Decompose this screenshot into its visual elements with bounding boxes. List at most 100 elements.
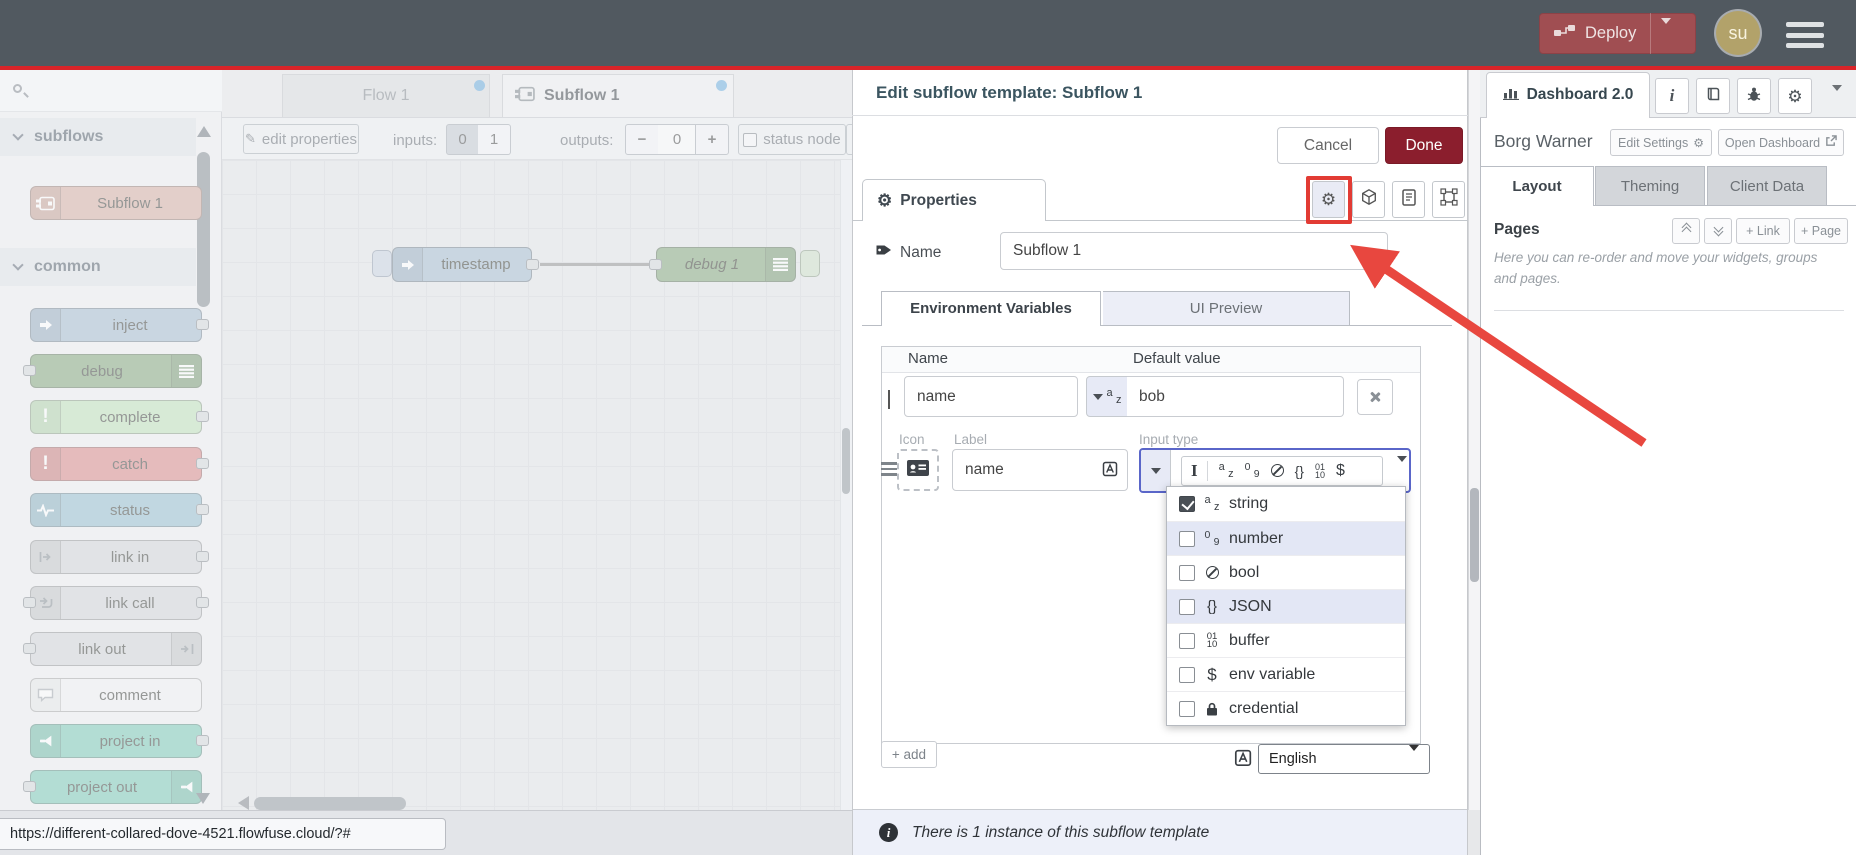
collapse-all-button[interactable] <box>1672 218 1700 244</box>
string-type-icon: az <box>1106 386 1122 406</box>
tab-label: Layout <box>1512 178 1562 195</box>
double-chevron-down-icon <box>1713 222 1723 237</box>
deploy-label: Deploy <box>1585 24 1637 42</box>
tab-client-data[interactable]: Client Data <box>1707 166 1827 206</box>
env-default-value-input[interactable] <box>1127 376 1344 417</box>
sidebar-expand-caret-icon[interactable] <box>1832 85 1842 109</box>
user-avatar[interactable]: su <box>1716 11 1760 55</box>
instance-count-note: There is 1 instance of this subflow temp… <box>912 823 1210 841</box>
remove-env-row-button[interactable] <box>1357 379 1393 415</box>
gear-icon: ⚙ <box>1320 190 1337 209</box>
book-icon <box>1705 86 1721 107</box>
add-link-button[interactable]: + Link <box>1736 218 1790 244</box>
node-red-editor: Different-Collared-Dove-4521 Deploy su s… <box>0 0 1856 855</box>
module-properties-button[interactable] <box>1352 181 1385 218</box>
caret-down-icon[interactable] <box>1397 455 1407 480</box>
checkbox-icon[interactable] <box>1179 700 1195 717</box>
checkbox-icon[interactable] <box>1179 598 1195 615</box>
button-label: Done <box>1405 136 1443 154</box>
env-icon-picker-button[interactable] <box>897 449 939 491</box>
add-env-row-button[interactable]: + add <box>881 741 937 768</box>
tab-label: Dashboard 2.0 <box>1526 86 1634 103</box>
selected-language: English <box>1269 751 1317 767</box>
group-select-icon <box>1439 188 1458 211</box>
type-option-env-variable[interactable]: $ env variable <box>1167 657 1405 691</box>
env-name-input[interactable] <box>904 376 1078 417</box>
deploy-icon <box>1554 24 1576 43</box>
gear-icon: ⚙ <box>1693 135 1704 150</box>
translate-icon <box>1233 749 1252 773</box>
json-type-icon: {} <box>1294 462 1304 479</box>
collapse-row-icon[interactable] <box>888 390 890 409</box>
help-sidebar-button[interactable] <box>1696 78 1730 114</box>
tab-dashboard-2[interactable]: Dashboard 2.0 <box>1486 72 1650 118</box>
button-label: Open Dashboard <box>1724 135 1821 150</box>
dialog-scrollbar[interactable] <box>1470 488 1479 582</box>
button-label: Cancel <box>1303 136 1353 154</box>
tab-label: Client Data <box>1729 177 1805 195</box>
checkbox-icon[interactable] <box>1179 666 1195 683</box>
type-option-credential[interactable]: credential <box>1167 691 1405 725</box>
main-menu-icon[interactable] <box>1786 22 1824 48</box>
dialog-scrollbar-track[interactable] <box>1468 70 1480 810</box>
type-option-buffer[interactable]: 01 10 buffer <box>1167 623 1405 657</box>
type-dropdown-button[interactable] <box>1141 450 1171 491</box>
debug-sidebar-button[interactable] <box>1737 78 1771 114</box>
dashboard-instance-name: Borg Warner <box>1494 131 1593 151</box>
tab-layout[interactable]: Layout <box>1480 166 1594 206</box>
type-option-json[interactable]: {} JSON <box>1167 589 1405 623</box>
checkbox-icon[interactable] <box>1179 530 1195 547</box>
open-dashboard-button[interactable]: Open Dashboard <box>1718 129 1844 156</box>
tab-environment-variables[interactable]: Environment Variables <box>881 291 1101 326</box>
tab-theming[interactable]: Theming <box>1595 166 1705 206</box>
option-label: credential <box>1229 699 1299 717</box>
translate-icon[interactable] <box>1101 461 1118 483</box>
appearance-button[interactable] <box>1432 181 1465 218</box>
type-option-string[interactable]: az string <box>1167 487 1405 521</box>
cancel-button[interactable]: Cancel <box>1277 127 1379 164</box>
add-page-button[interactable]: + Page <box>1794 218 1848 244</box>
bool-type-icon <box>1205 566 1219 579</box>
edit-settings-button[interactable]: Edit Settings ⚙ <box>1610 129 1712 156</box>
caret-down-icon <box>1092 393 1103 400</box>
drag-handle-icon[interactable] <box>881 462 897 479</box>
dialog-title-divider <box>852 115 1468 116</box>
deploy-caret-icon[interactable] <box>1661 18 1672 43</box>
number-type-icon: 09 <box>1244 460 1260 480</box>
pages-section-title: Pages <box>1494 221 1540 238</box>
link-preview-tooltip: https://different-collared-dove-4521.flo… <box>0 818 446 850</box>
column-default-header: Default value <box>1133 350 1221 367</box>
button-label: Edit Settings <box>1618 135 1689 150</box>
description-button[interactable] <box>1392 181 1425 218</box>
tab-label: Properties <box>900 191 977 209</box>
cube-icon <box>1360 188 1378 211</box>
input-type-column-label: Input type <box>1139 432 1199 447</box>
type-option-bool[interactable]: bool <box>1167 555 1405 589</box>
string-type-icon: az <box>1218 460 1234 480</box>
label-text: Name <box>900 243 942 261</box>
info-icon: i <box>879 823 898 842</box>
tab-ui-preview[interactable]: UI Preview <box>1103 291 1350 326</box>
checkbox-icon[interactable] <box>1179 632 1195 649</box>
dialog-title: Edit subflow template: Subflow 1 <box>876 83 1143 102</box>
done-button[interactable]: Done <box>1385 127 1463 164</box>
pages-help-text: Here you can re-order and move your widg… <box>1494 250 1818 286</box>
info-sidebar-button[interactable]: i <box>1655 78 1689 114</box>
tag-icon <box>876 242 892 263</box>
brand-accent-line <box>0 66 1856 70</box>
caret-down-icon <box>1150 467 1161 474</box>
checkbox-icon[interactable] <box>1179 496 1195 512</box>
settings-sidebar-button[interactable]: ⚙ <box>1778 78 1812 114</box>
default-value-type-button[interactable]: az <box>1086 376 1128 417</box>
close-icon <box>1369 391 1381 403</box>
type-option-number[interactable]: 09 number <box>1167 521 1405 555</box>
subflow-name-input[interactable] <box>1000 232 1388 270</box>
subflow-properties-gear-button[interactable]: ⚙ <box>1312 181 1345 218</box>
deploy-button[interactable]: Deploy <box>1539 13 1696 54</box>
external-link-icon <box>1825 135 1837 150</box>
env-tab-patch <box>882 324 1100 327</box>
expand-all-button[interactable] <box>1704 218 1732 244</box>
language-select[interactable]: English <box>1258 744 1430 774</box>
checkbox-icon[interactable] <box>1179 564 1195 581</box>
tab-properties[interactable]: ⚙ Properties <box>862 179 1046 221</box>
